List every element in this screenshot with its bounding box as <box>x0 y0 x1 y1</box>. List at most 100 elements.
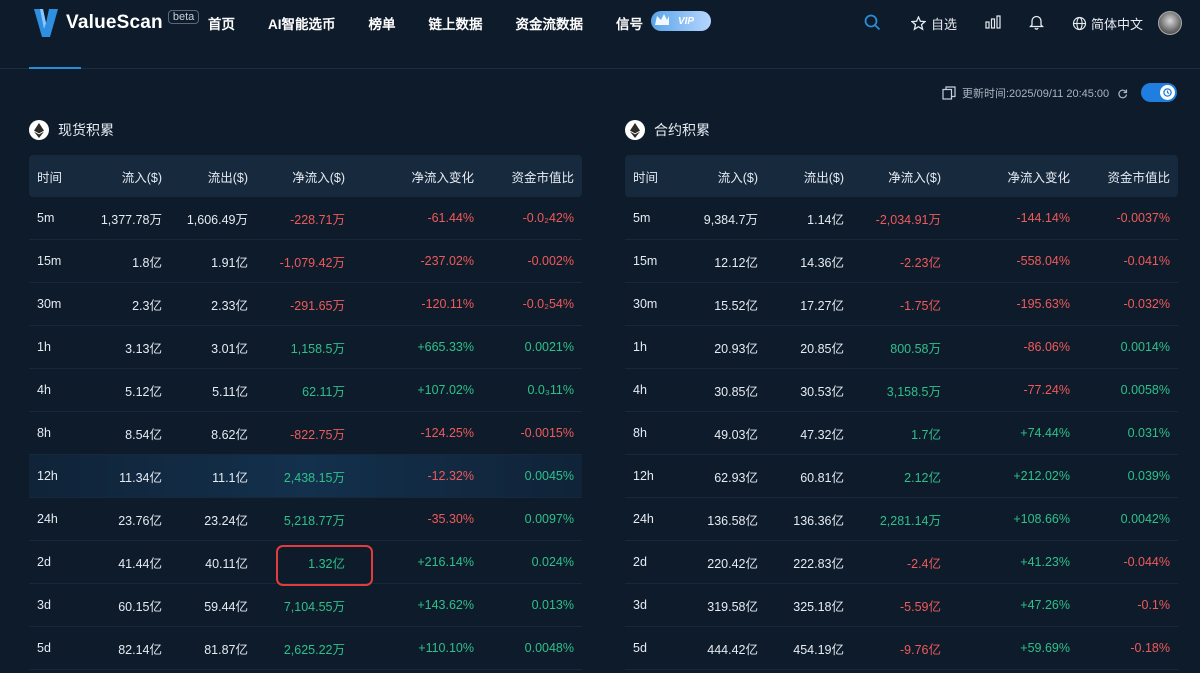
menu-item-onchain-data[interactable]: 链上数据 <box>429 13 483 33</box>
cell-outflow: 3.01亿 <box>211 341 248 356</box>
watchlist-button[interactable]: 自选 <box>911 14 957 33</box>
cell-net-inflow-change: +47.26% <box>1020 598 1070 612</box>
header-time[interactable]: 时间 <box>633 155 658 197</box>
cell-net-inflow-change: -35.30% <box>427 512 474 526</box>
header-outflow[interactable]: 流出($) <box>804 155 844 197</box>
cell-fund-mcap-ratio: -0.1% <box>1137 598 1170 612</box>
table-row: 5d 444.42亿 454.19亿 -9.76亿 +59.69% -0.18% <box>625 627 1178 670</box>
menu-item-ai-coin-picker[interactable]: AI智能选币 <box>268 13 336 33</box>
cell-inflow: 20.93亿 <box>714 341 758 356</box>
cell-net-inflow: 2.12亿 <box>904 470 941 485</box>
table-row: 30m 15.52亿 17.27亿 -1.75亿 -195.63% -0.032% <box>625 283 1178 326</box>
top-nav: ValueScan beta 首页 AI智能选币 榜单 链上数据 资金流数据 信… <box>0 0 1200 46</box>
cell-outflow: 60.81亿 <box>800 470 844 485</box>
language-label: 简体中文 <box>1091 17 1144 32</box>
cell-outflow: 14.36亿 <box>800 255 844 270</box>
notifications-button[interactable] <box>1029 14 1044 30</box>
cell-net-inflow: -9.76亿 <box>900 642 941 657</box>
language-selector[interactable]: 简体中文 <box>1072 14 1143 33</box>
header-time[interactable]: 时间 <box>37 155 62 197</box>
header-net-inflow-change[interactable]: 净流入变化 <box>411 155 474 197</box>
star-icon <box>911 16 926 31</box>
header-net-inflow[interactable]: 净流入($) <box>292 155 345 197</box>
table-row: 1h 20.93亿 20.85亿 800.58万 -86.06% 0.0014% <box>625 326 1178 369</box>
refresh-cycle-icon <box>1163 88 1172 97</box>
main-menu: 首页 AI智能选币 榜单 链上数据 资金流数据 信号 <box>208 13 676 33</box>
cell-net-inflow: -2.4亿 <box>906 556 941 571</box>
cell-time: 2d <box>633 555 647 569</box>
table-row: 15m 1.8亿 1.91亿 -1,079.42万 -237.02% -0.002% <box>29 240 582 283</box>
menu-item-rankings[interactable]: 榜单 <box>369 13 396 33</box>
cell-inflow: 3.13亿 <box>125 341 162 356</box>
cell-fund-mcap-ratio: -0.032% <box>1123 297 1170 311</box>
header-fund-mcap-ratio[interactable]: 资金市值比 <box>511 155 574 197</box>
cell-fund-mcap-ratio: -0.0₂42% <box>522 211 574 225</box>
update-time-bar: 更新时间:2025/09/11 20:45:00 <box>942 85 1128 101</box>
cell-outflow: 11.1亿 <box>212 470 248 485</box>
menu-item-fund-flow[interactable]: 资金流数据 <box>516 13 584 33</box>
header-net-inflow-change[interactable]: 净流入变化 <box>1007 155 1070 197</box>
cell-fund-mcap-ratio: 0.0048% <box>524 641 574 655</box>
cell-net-inflow: 1.7亿 <box>911 427 941 442</box>
spot-section-title: 现货积累 <box>29 120 114 140</box>
cell-net-inflow-change: +216.14% <box>417 555 474 569</box>
toggle-knob <box>1160 85 1175 100</box>
header-inflow[interactable]: 流入($) <box>718 155 758 197</box>
auto-refresh-toggle[interactable] <box>1141 83 1177 102</box>
cell-inflow: 220.42亿 <box>707 556 758 571</box>
search-button[interactable] <box>864 14 881 31</box>
cell-net-inflow: 2,281.14万 <box>879 513 941 528</box>
cell-fund-mcap-ratio: 0.0042% <box>1120 512 1170 526</box>
cell-time: 4h <box>633 383 647 397</box>
menu-item-home[interactable]: 首页 <box>208 13 235 33</box>
cell-inflow: 5.12亿 <box>125 384 162 399</box>
refresh-icon[interactable] <box>1117 88 1128 99</box>
cell-net-inflow: -228.71万 <box>290 212 345 227</box>
table-row: 1h 3.13亿 3.01亿 1,158.5万 +665.33% 0.0021% <box>29 326 582 369</box>
cell-time: 15m <box>37 254 62 268</box>
brand-logo[interactable]: ValueScan beta <box>34 9 200 37</box>
cell-net-inflow-change: -144.14% <box>1016 211 1070 225</box>
cell-time: 15m <box>633 254 658 268</box>
bell-icon <box>1029 15 1044 30</box>
table-row: 8h 49.03亿 47.32亿 1.7亿 +74.44% 0.031% <box>625 412 1178 455</box>
table-header: 时间 流入($) 流出($) 净流入($) 净流入变化 资金市值比 <box>29 155 582 197</box>
cell-outflow: 5.11亿 <box>212 384 248 399</box>
spot-accumulation-table: 时间 流入($) 流出($) 净流入($) 净流入变化 资金市值比 5m 1,377.78万 1… <box>29 155 582 670</box>
cell-fund-mcap-ratio: 0.013% <box>531 598 574 612</box>
active-tab-indicator <box>29 67 81 69</box>
cell-time: 24h <box>633 512 654 526</box>
cell-fund-mcap-ratio: 0.0021% <box>524 340 574 354</box>
cell-net-inflow-change: +74.44% <box>1020 426 1070 440</box>
header-inflow[interactable]: 流入($) <box>122 155 162 197</box>
cell-outflow: 1.14亿 <box>807 212 844 227</box>
cell-inflow: 2.3亿 <box>132 298 162 313</box>
user-avatar[interactable] <box>1158 11 1182 35</box>
cell-fund-mcap-ratio: 0.0097% <box>524 512 574 526</box>
portfolio-button[interactable] <box>985 14 1001 29</box>
cell-net-inflow: 2,625.22万 <box>283 642 345 657</box>
cell-net-inflow-change: -77.24% <box>1023 383 1070 397</box>
cell-inflow: 62.93亿 <box>714 470 758 485</box>
cell-net-inflow-change: +143.62% <box>417 598 474 612</box>
cell-outflow: 47.32亿 <box>800 427 844 442</box>
cell-outflow: 30.53亿 <box>800 384 844 399</box>
cell-inflow: 60.15亿 <box>118 599 162 614</box>
cell-fund-mcap-ratio: 0.0₃11% <box>527 383 574 397</box>
brand-name: ValueScan <box>66 12 163 33</box>
cell-time: 30m <box>37 297 62 311</box>
header-net-inflow[interactable]: 净流入($) <box>888 155 941 197</box>
cell-fund-mcap-ratio: -0.0015% <box>520 426 574 440</box>
menu-item-signals[interactable]: 信号 <box>616 13 643 33</box>
header-outflow[interactable]: 流出($) <box>208 155 248 197</box>
futures-accumulation-table: 时间 流入($) 流出($) 净流入($) 净流入变化 资金市值比 5m 9,384.7万 1.… <box>625 155 1178 670</box>
copy-icon[interactable] <box>942 86 956 100</box>
cell-net-inflow: -822.75万 <box>290 427 345 442</box>
valuescan-logo-icon <box>34 9 58 37</box>
header-fund-mcap-ratio[interactable]: 资金市值比 <box>1107 155 1170 197</box>
cell-net-inflow: 2,438.15万 <box>283 470 345 485</box>
watchlist-label: 自选 <box>931 17 958 32</box>
cell-time: 8h <box>37 426 51 440</box>
cell-inflow: 1.8亿 <box>132 255 162 270</box>
vip-badge[interactable]: VIP <box>651 11 711 31</box>
